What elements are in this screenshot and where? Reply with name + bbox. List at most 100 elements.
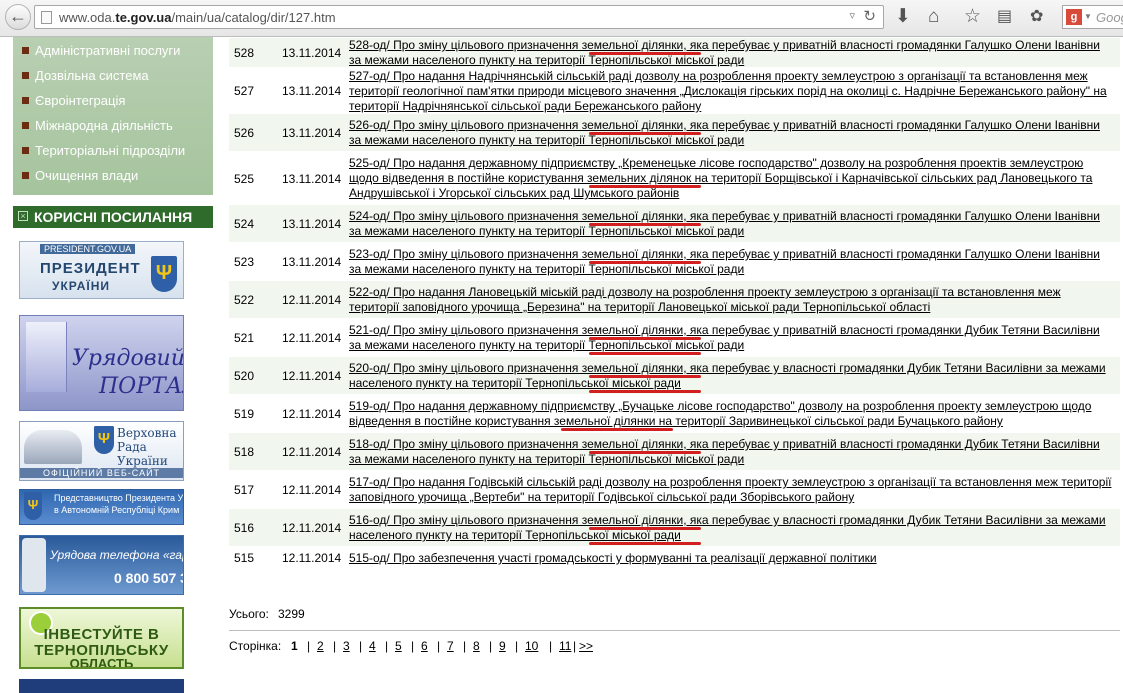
bullet-icon — [22, 72, 29, 79]
total-label: Усього: — [229, 607, 269, 621]
bottom-banner[interactable] — [19, 679, 184, 693]
pagination-label: Сторінка: — [229, 639, 282, 653]
sidebar-item-label: Очищення влади — [35, 168, 139, 183]
president-banner-url: PRESIDENT.GOV.UA — [40, 244, 136, 254]
page-link-6[interactable]: 6 — [421, 639, 428, 653]
page-icon — [41, 11, 52, 24]
row-date: 13.11.2014 — [282, 126, 342, 140]
sidebar-item-international[interactable]: Міжнародна діяльність — [13, 114, 213, 139]
page-link-10[interactable]: 10 — [525, 639, 538, 653]
document-link[interactable]: 515-од/ Про забезпечення участі громадсь… — [349, 551, 1114, 566]
page-link-5[interactable]: 5 — [395, 639, 402, 653]
row-number: 519 — [234, 407, 255, 421]
trident-icon: Ψ — [24, 492, 42, 520]
parliament-building-icon — [24, 430, 82, 464]
document-link[interactable]: 522-од/ Про надання Лановецькій міській … — [349, 285, 1114, 315]
rada-subtitle: ОФІЦІЙНИЙ ВЕБ-САЙТ — [20, 468, 183, 478]
document-link[interactable]: 526-од/ Про зміну цільового призначення … — [349, 118, 1114, 148]
invest-banner[interactable]: ІНВЕСТУЙТЕ В ТЕРНОПІЛЬСЬКУ ОБЛАСТЬ — [19, 607, 184, 669]
search-input[interactable]: g ▼ Goog — [1062, 5, 1123, 29]
url-text[interactable]: www.oda.te.gov.ua/main/ua/catalog/dir/12… — [59, 10, 336, 25]
sidebar-item-label: Міжнародна діяльність — [35, 118, 173, 133]
row-number: 518 — [234, 445, 255, 459]
sidebar-item-eurointegration[interactable]: Євроінтеграція — [13, 89, 213, 114]
building-icon — [26, 322, 67, 392]
page-link-3[interactable]: 3 — [343, 639, 350, 653]
bookmark-star-icon[interactable]: ☆ — [964, 7, 981, 27]
google-logo-icon[interactable]: g — [1066, 9, 1082, 25]
bullet-icon — [22, 147, 29, 154]
table-row: 527 13.11.2014 527-од/ Про надання Надрічн… — [229, 67, 1120, 113]
table-row: 525 13.11.2014 525-од/ Про надання державн… — [229, 151, 1120, 204]
row-number: 524 — [234, 217, 255, 231]
page-separator: | — [437, 639, 441, 653]
bullet-icon — [22, 97, 29, 104]
government-portal-line2: ПОРТАЛ — [99, 374, 183, 399]
document-link[interactable]: 520-од/ Про зміну цільового призначення … — [349, 361, 1114, 391]
page-current: 1 — [291, 639, 298, 653]
back-arrow-icon[interactable]: ← — [5, 4, 31, 30]
useful-links-title: КОРИСНІ ПОСИЛАННЯ — [34, 209, 193, 225]
page-link-7[interactable]: 7 — [447, 639, 454, 653]
crimea-representation-banner[interactable]: Ψ Представництво Президента України в Ав… — [19, 489, 184, 525]
history-dropdown-icon[interactable]: ▿ — [849, 9, 855, 22]
page-link-8[interactable]: 8 — [473, 639, 480, 653]
highlight-underline — [589, 185, 701, 188]
row-number: 517 — [234, 483, 255, 497]
url-path: /main/ua/catalog/dir/127.htm — [171, 10, 336, 25]
engine-dropdown-icon[interactable]: ▼ — [1084, 12, 1092, 21]
document-link[interactable]: 518-од/ Про зміну цільового призначення … — [349, 437, 1114, 467]
document-link[interactable]: 521-од/ Про зміну цільового призначення … — [349, 323, 1114, 353]
table-row: 516 12.11.2014 516-од/ Про зміну цільового… — [229, 508, 1120, 546]
crimea-line1: Представництво Президента України — [54, 493, 183, 503]
download-icon[interactable]: ⬇ — [895, 7, 911, 27]
sidebar-item-admin-services[interactable]: Адміністративні послуги — [13, 39, 213, 64]
row-number: 515 — [234, 551, 255, 565]
document-link[interactable]: 525-од/ Про надання державному підприємс… — [349, 156, 1114, 201]
sidebar-item-label: Дозвільна система — [35, 68, 149, 83]
document-link[interactable]: 516-од/ Про зміну цільового призначення … — [349, 513, 1114, 543]
sidebar-item-permit-system[interactable]: Дозвільна система — [13, 64, 213, 89]
home-icon[interactable]: ⌂ — [928, 7, 939, 27]
sidebar-item-label: Адміністративні послуги — [35, 43, 181, 58]
president-banner[interactable]: PRESIDENT.GOV.UA ПРЕЗИДЕНТ УКРАЇНИ Ψ — [19, 241, 184, 299]
highlight-underline — [589, 52, 701, 55]
highlight-underline — [589, 261, 701, 264]
verkhovna-rada-banner[interactable]: Ψ Верховна Рада України ОФІЦІЙНИЙ ВЕБ-СА… — [19, 421, 184, 481]
sidebar-item-territorial[interactable]: Територіальні підрозділи — [13, 139, 213, 164]
reload-icon[interactable]: ↻ — [863, 7, 876, 25]
table-row: 517 12.11.2014 517-од/ Про надання Годівсь… — [229, 470, 1120, 508]
table-row: 523 13.11.2014 523-од/ Про зміну цільового… — [229, 242, 1120, 280]
highlight-underline — [589, 451, 701, 454]
page-separator: | — [573, 639, 577, 653]
page-link-9[interactable]: 9 — [499, 639, 506, 653]
page-next-link[interactable]: >> — [579, 639, 593, 653]
page-link-4[interactable]: 4 — [369, 639, 376, 653]
document-link[interactable]: 517-од/ Про надання Годівській сільській… — [349, 475, 1114, 505]
sync-icon[interactable]: ✿ — [1030, 7, 1043, 27]
address-bar[interactable]: www.oda.te.gov.ua/main/ua/catalog/dir/12… — [34, 5, 884, 29]
government-portal-banner[interactable]: Урядовий ПОРТАЛ — [19, 315, 184, 411]
row-date: 13.11.2014 — [282, 46, 342, 60]
document-link[interactable]: 519-од/ Про надання державному підприємс… — [349, 399, 1114, 429]
table-row: 528 13.11.2014 528-од/ Про зміну цільового… — [229, 37, 1120, 67]
row-number: 528 — [234, 46, 255, 60]
hotline-banner[interactable]: Урядова телефона «гаряча лінія» 0 800 50… — [19, 535, 184, 595]
page-separator: | — [333, 639, 337, 653]
bookmarks-list-icon[interactable]: ▤ — [997, 7, 1012, 27]
row-date: 12.11.2014 — [282, 521, 342, 535]
document-link[interactable]: 528-од/ Про зміну цільового призначення … — [349, 38, 1114, 68]
sidebar-item-lustration[interactable]: Очищення влади — [13, 164, 213, 189]
page-link-11[interactable]: 11 — [559, 639, 571, 653]
row-date: 12.11.2014 — [282, 483, 342, 497]
page-link-2[interactable]: 2 — [317, 639, 324, 653]
row-date: 12.11.2014 — [282, 369, 342, 383]
row-number: 525 — [234, 172, 255, 186]
row-number: 521 — [234, 331, 255, 345]
document-link[interactable]: 527-од/ Про надання Надрічнянській сільс… — [349, 69, 1114, 114]
document-link[interactable]: 524-од/ Про зміну цільового призначення … — [349, 209, 1114, 239]
document-link[interactable]: 523-од/ Про зміну цільового призначення … — [349, 247, 1114, 277]
table-row: 515 12.11.2014 515-од/ Про забезпечення уч… — [229, 546, 1120, 568]
sidebar-item-label: Євроінтеграція — [35, 93, 126, 108]
row-number: 526 — [234, 126, 255, 140]
